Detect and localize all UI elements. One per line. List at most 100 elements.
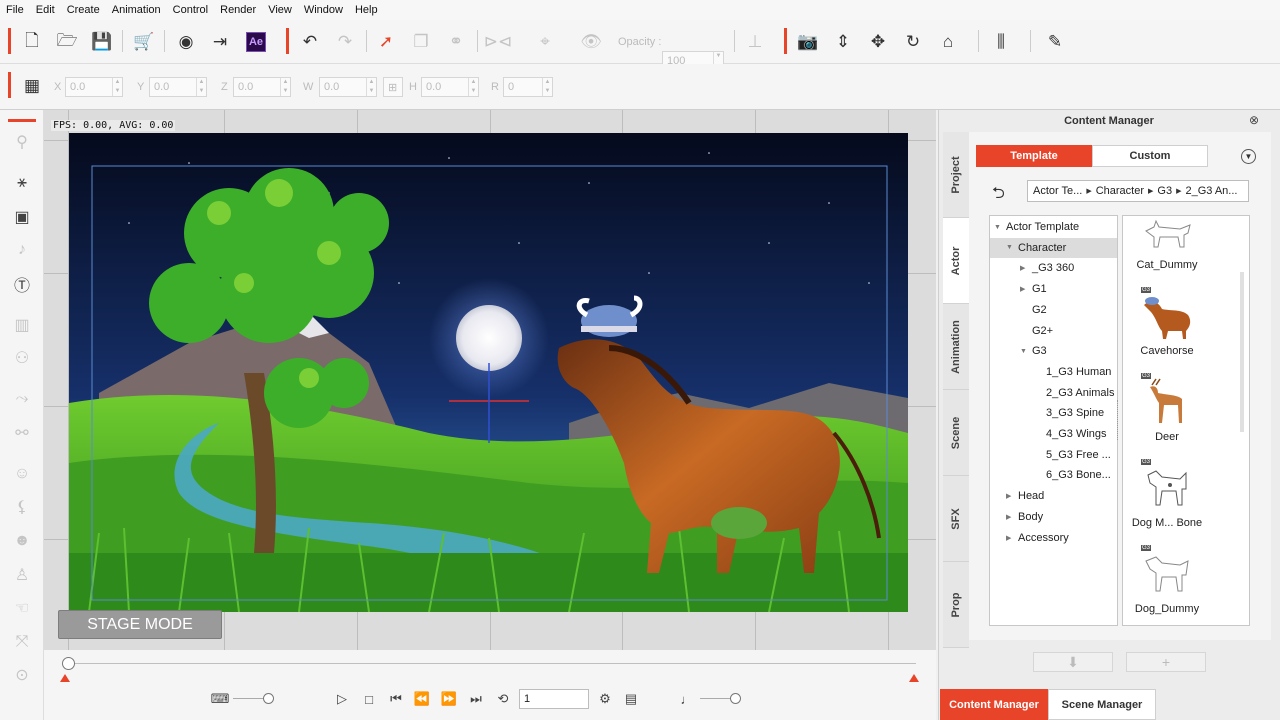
camera-path-icon[interactable]: ⊙: [10, 663, 34, 687]
open-folder-icon[interactable]: 🗁: [55, 30, 79, 54]
camera-icon[interactable]: 📷: [796, 30, 820, 54]
tree-node[interactable]: 2_G3 Animals: [990, 383, 1117, 403]
tree-node[interactable]: 3_G3 Spine: [990, 403, 1117, 423]
volume-slider-knob[interactable]: [730, 693, 741, 704]
expand-right-icon[interactable]: ▶: [1006, 492, 1018, 500]
preview-icon[interactable]: ◉: [174, 30, 198, 54]
breadcrumb-item[interactable]: Actor Te...: [1033, 185, 1082, 197]
tree-node[interactable]: ▶ Accessory: [990, 528, 1117, 548]
tree-node[interactable]: ▶ G1: [990, 279, 1117, 299]
composer-icon[interactable]: ▣: [10, 205, 34, 229]
next-frame-icon[interactable]: ⏩: [440, 690, 458, 708]
template-tree[interactable]: ▼ Actor Template ▼ Character ▶ _G3 360 ▶ G1 G2 G2…: [989, 215, 1118, 626]
spin-icon[interactable]: ▲ ▼: [542, 78, 552, 96]
menu-file[interactable]: File: [0, 4, 30, 16]
tree-node[interactable]: 1_G3 Human: [990, 362, 1117, 382]
menu-control[interactable]: Control: [167, 4, 214, 16]
range-end-marker[interactable]: [909, 674, 919, 682]
menu-render[interactable]: Render: [214, 4, 262, 16]
expand-down-icon[interactable]: ▼: [994, 224, 1006, 231]
menu-window[interactable]: Window: [298, 4, 349, 16]
menu-animation[interactable]: Animation: [106, 4, 167, 16]
expand-right-icon[interactable]: ▶: [1006, 513, 1018, 521]
render-list-icon[interactable]: ▤: [622, 690, 640, 708]
volume-icon[interactable]: ♩: [678, 690, 696, 708]
pin-icon[interactable]: ⌖: [533, 30, 557, 54]
tab-scene-manager[interactable]: Scene Manager: [1048, 689, 1156, 720]
tab-project[interactable]: Project: [943, 132, 969, 218]
menu-create[interactable]: Create: [61, 4, 106, 16]
home-icon[interactable]: ⌂: [936, 30, 960, 54]
transform-icon[interactable]: ⤧: [10, 630, 34, 654]
w-input[interactable]: 0.0 ▲ ▼: [319, 77, 377, 97]
dog-dummy-thumbnail[interactable]: G3: [1140, 545, 1194, 599]
stop-icon[interactable]: □: [360, 690, 378, 708]
tab-content-manager[interactable]: Content Manager: [940, 689, 1048, 720]
range-start-marker[interactable]: [60, 674, 70, 682]
caption-icon[interactable]: ⌨: [211, 690, 230, 708]
chevron-down-icon[interactable]: ▼: [1241, 149, 1256, 164]
expand-right-icon[interactable]: ▶: [1020, 264, 1032, 272]
deer-thumbnail[interactable]: G3: [1140, 373, 1194, 427]
text-icon[interactable]: Ⓣ: [10, 272, 34, 296]
r-input[interactable]: 0 ▲ ▼: [503, 77, 553, 97]
tree-node[interactable]: ▶ Head: [990, 486, 1117, 506]
after-effects-icon[interactable]: Ae: [246, 32, 266, 52]
visibility-icon[interactable]: 👁: [579, 30, 603, 54]
move-vertical-icon[interactable]: ⇕: [831, 30, 855, 54]
cavehorse-thumbnail[interactable]: G3: [1140, 287, 1194, 341]
menu-help[interactable]: Help: [349, 4, 384, 16]
expand-right-icon[interactable]: ▶: [1020, 285, 1032, 293]
tab-template[interactable]: Template: [976, 145, 1092, 167]
spin-icon[interactable]: ▲ ▼: [280, 78, 290, 96]
rotate-icon[interactable]: ↻: [901, 30, 925, 54]
z-input[interactable]: 0.0 ▲ ▼: [233, 77, 291, 97]
cart-icon[interactable]: 🛒: [132, 30, 156, 54]
tree-node[interactable]: G2: [990, 300, 1117, 320]
spin-icon[interactable]: ▲ ▼: [468, 78, 478, 96]
previous-frame-icon[interactable]: ⏪: [413, 690, 431, 708]
scene-canvas[interactable]: [69, 133, 908, 612]
undo-icon[interactable]: ↶: [298, 30, 322, 54]
stage-mode-button[interactable]: STAGE MODE: [58, 610, 222, 639]
link-icon[interactable]: ⚭: [444, 30, 468, 54]
timeline-icon[interactable]: ⫼: [989, 30, 1013, 54]
spin-icon[interactable]: ▲ ▼: [112, 78, 122, 96]
breadcrumb-item[interactable]: 2_G3 An...: [1185, 185, 1237, 197]
h-input[interactable]: 0.0 ▲ ▼: [421, 77, 479, 97]
move-icon[interactable]: ✥: [866, 30, 890, 54]
tree-node[interactable]: 6_G3 Bone...: [990, 465, 1117, 485]
x-input[interactable]: 0.0 ▲ ▼: [65, 77, 123, 97]
redo-icon[interactable]: ↷: [333, 30, 357, 54]
select-arrow-icon[interactable]: ➚: [374, 30, 398, 54]
expand-down-icon[interactable]: ▼: [1006, 244, 1018, 251]
first-frame-icon[interactable]: ⏮: [387, 690, 405, 708]
breadcrumb-item[interactable]: Character: [1096, 185, 1144, 197]
tree-node[interactable]: G2+: [990, 321, 1117, 341]
tab-actor[interactable]: Actor: [943, 218, 969, 304]
close-icon[interactable]: ⊗: [1249, 113, 1263, 127]
align-icon[interactable]: ⊥: [743, 30, 767, 54]
hand-icon[interactable]: ☜: [10, 596, 34, 620]
y-input[interactable]: 0.0 ▲ ▼: [149, 77, 207, 97]
menu-view[interactable]: View: [262, 4, 298, 16]
download-button[interactable]: ⬇: [1033, 652, 1113, 672]
export-icon[interactable]: ⇥: [208, 30, 232, 54]
menu-edit[interactable]: Edit: [30, 4, 61, 16]
spin-icon[interactable]: ▲ ▼: [366, 78, 376, 96]
audio-icon[interactable]: ♪: [10, 238, 34, 262]
puppet-icon[interactable]: ⚹: [10, 171, 34, 195]
tree-node[interactable]: ▼ Character: [990, 237, 1117, 258]
tab-animation[interactable]: Animation: [943, 304, 969, 390]
frame-input[interactable]: 1: [519, 689, 589, 709]
script-icon[interactable]: ✎: [1043, 30, 1067, 54]
timeline-track[interactable]: [68, 663, 916, 664]
add-button[interactable]: +: [1126, 652, 1206, 672]
tree-node[interactable]: 4_G3 Wings: [990, 424, 1117, 444]
settings-icon[interactable]: ⚙: [596, 690, 614, 708]
sprite-icon[interactable]: ▥: [10, 313, 34, 337]
walk-icon[interactable]: ⚯: [10, 421, 34, 445]
spin-icon[interactable]: ▲ ▼: [196, 78, 206, 96]
tree-node[interactable]: ▶ Body: [990, 507, 1117, 527]
flip-icon[interactable]: ⊳⊲: [484, 30, 513, 54]
